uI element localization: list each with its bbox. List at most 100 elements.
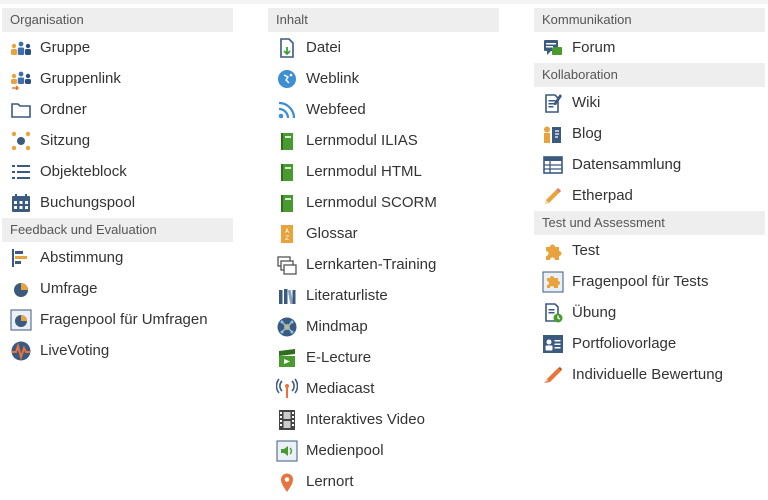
menu-item-fragenpool-für-tests[interactable]: Fragenpool für Tests [534, 266, 765, 297]
blog-icon [542, 123, 564, 145]
menu-item-sitzung[interactable]: Sitzung [2, 125, 233, 156]
mindmap-icon [276, 316, 298, 338]
menu-item-blog[interactable]: Blog [534, 118, 765, 149]
book-icon [276, 161, 298, 183]
weblink-icon [276, 68, 298, 90]
menu-item-label: Medienpool [306, 442, 384, 459]
menu-item-label: Portfoliovorlage [572, 335, 677, 352]
menu-item-label: Glossar [306, 225, 358, 242]
menu-item-label: Weblink [306, 70, 360, 87]
menu-item-fragenpool-für-umfragen[interactable]: Fragenpool für Umfragen [2, 304, 233, 335]
survey-pool-icon [10, 309, 32, 331]
menu-item-label: Buchungspool [40, 194, 136, 211]
menu-item-label: Lernkarten-Training [306, 256, 437, 273]
clapper-icon [276, 347, 298, 369]
group-header: Kollaboration [534, 63, 765, 87]
menu-item-label: E-Lecture [306, 349, 372, 366]
menu-item-lernmodul-scorm[interactable]: Lernmodul SCORM [268, 187, 499, 218]
glossary-icon: AZ [276, 223, 298, 245]
survey-icon [10, 278, 32, 300]
menu-item-gruppenlink[interactable]: Gruppenlink [2, 63, 233, 94]
menu-item-label: Sitzung [40, 132, 91, 149]
menu-item-label: Ordner [40, 101, 87, 118]
menu-item-objekteblock[interactable]: Objekteblock [2, 156, 233, 187]
top-divider [0, 0, 768, 4]
group-icon [10, 37, 32, 59]
map-pin-icon [276, 471, 298, 493]
menu-item-abstimmung[interactable]: Abstimmung [2, 242, 233, 273]
menu-item-interaktives-video[interactable]: Interaktives Video [268, 404, 499, 435]
menu-item-lernkarten-training[interactable]: Lernkarten-Training [268, 249, 499, 280]
group-header: Test und Assessment [534, 211, 765, 235]
menu-item-etherpad[interactable]: Etherpad [534, 180, 765, 211]
group-header: Feedback und Evaluation [2, 218, 233, 242]
menu-item-ordner[interactable]: Ordner [2, 94, 233, 125]
calendar-icon [10, 192, 32, 214]
session-icon [10, 130, 32, 152]
portfolio-icon [542, 333, 564, 355]
wiki-icon [542, 92, 564, 114]
forum-icon [542, 37, 564, 59]
menu-item-datei[interactable]: Datei [268, 32, 499, 63]
puzzle-icon [542, 240, 564, 262]
svg-text:Z: Z [285, 235, 289, 242]
menu-item-label: Fragenpool für Umfragen [40, 311, 208, 328]
menu-item-label: Umfrage [40, 280, 98, 297]
menu-item-portfoliovorlage[interactable]: Portfoliovorlage [534, 328, 765, 359]
folder-icon [10, 99, 32, 121]
menu-item-mediacast[interactable]: Mediacast [268, 373, 499, 404]
menu-item-label: Lernmodul HTML [306, 163, 422, 180]
menu-item-test[interactable]: Test [534, 235, 765, 266]
menu-item-label: Test [572, 242, 600, 259]
menu-item-label: Blog [572, 125, 603, 142]
film-icon [276, 409, 298, 431]
menu-item-label: Interaktives Video [306, 411, 425, 428]
book-icon [276, 192, 298, 214]
menu-item-glossar[interactable]: A Z Glossar [268, 218, 499, 249]
menu-item-lernort[interactable]: Lernort [268, 466, 499, 497]
menu-item-e-lecture[interactable]: E-Lecture [268, 342, 499, 373]
menu-item-label: Wiki [572, 94, 601, 111]
group-link-icon [10, 68, 32, 90]
group-header: Organisation [2, 8, 233, 32]
column-1: Organisation Gruppe Gruppenlink Ordner Sitzu… [2, 8, 233, 366]
menu-item-livevoting[interactable]: LiveVoting [2, 335, 233, 366]
menu-item-label: Objekteblock [40, 163, 127, 180]
menu-item-label: Mindmap [306, 318, 368, 335]
menu-item-label: Datei [306, 39, 342, 56]
menu-item-label: Forum [572, 39, 616, 56]
menu-item-forum[interactable]: Forum [534, 32, 765, 63]
library-icon [276, 285, 298, 307]
menu-item-individuelle-bewertung[interactable]: Individuelle Bewertung [534, 359, 765, 390]
group-header: Kommunikation [534, 8, 765, 32]
menu-item-label: Lernort [306, 473, 354, 490]
menu-item-medienpool[interactable]: Medienpool [268, 435, 499, 466]
exercise-icon [542, 302, 564, 324]
marker-icon [542, 364, 564, 386]
menu-item-label: LiveVoting [40, 342, 110, 359]
menu-item-umfrage[interactable]: Umfrage [2, 273, 233, 304]
menu-item-wiki[interactable]: Wiki [534, 87, 765, 118]
book-icon [276, 130, 298, 152]
menu-item-lernmodul-html[interactable]: Lernmodul HTML [268, 156, 499, 187]
menu-item-mindmap[interactable]: Mindmap [268, 311, 499, 342]
column-3: Kommunikation Forum Kollaboration Wiki Blog D… [534, 8, 765, 390]
group-header: Inhalt [268, 8, 499, 32]
live-voting-icon [10, 340, 32, 362]
menu-item-label: Individuelle Bewertung [572, 366, 723, 383]
menu-item-gruppe[interactable]: Gruppe [2, 32, 233, 63]
menu-item-weblink[interactable]: Weblink [268, 63, 499, 94]
menu-item-webfeed[interactable]: Webfeed [268, 94, 499, 125]
menu-item-datensammlung[interactable]: Datensammlung [534, 149, 765, 180]
menu-item-label: Gruppe [40, 39, 91, 56]
menu-item-label: Fragenpool für Tests [572, 273, 709, 290]
menu-item-literaturliste[interactable]: Literaturliste [268, 280, 499, 311]
menu-item-lernmodul-ilias[interactable]: Lernmodul ILIAS [268, 125, 499, 156]
menu-item-label: Etherpad [572, 187, 633, 204]
column-2: Inhalt Datei Weblink Webfeed Lernmodul ILIAS… [268, 8, 499, 497]
menu-item-label: Webfeed [306, 101, 366, 118]
menu-item-buchungspool[interactable]: Buchungspool [2, 187, 233, 218]
media-pool-icon [276, 440, 298, 462]
menu-item-übung[interactable]: Übung [534, 297, 765, 328]
menu-item-label: Literaturliste [306, 287, 388, 304]
